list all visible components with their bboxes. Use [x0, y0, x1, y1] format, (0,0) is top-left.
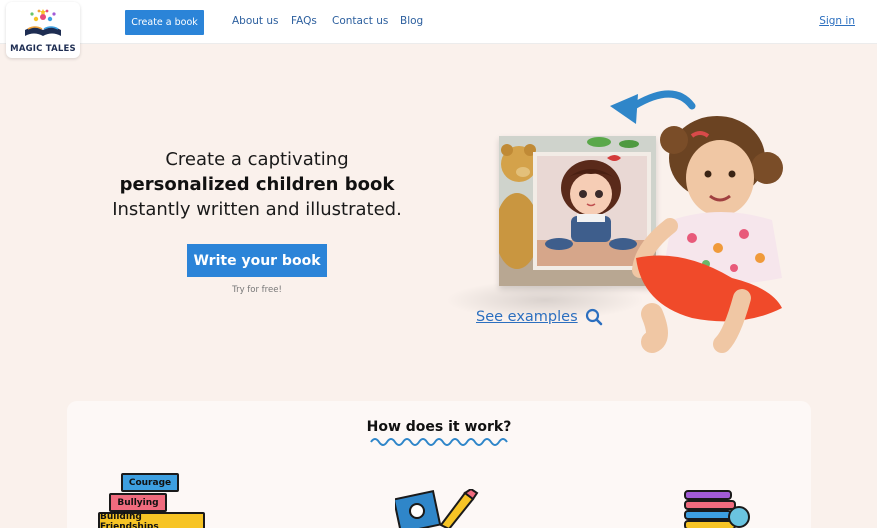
books-stack-icon — [684, 490, 750, 528]
hero-headline: Create a captivating personalized childr… — [100, 147, 414, 222]
child-photo — [632, 116, 783, 353]
see-examples-link[interactable]: See examples — [476, 308, 603, 326]
try-for-free-text: Try for free! — [232, 285, 282, 295]
open-book-icon — [25, 9, 61, 36]
drawing-pencil-icon — [395, 489, 479, 528]
wave-underline-icon — [370, 438, 508, 446]
top-navbar: About us FAQs Contact us Blog Create a b… — [0, 0, 877, 44]
topic-tag-friendships: Building Friendships — [98, 512, 205, 528]
topic-tag-courage: Courage — [121, 473, 179, 492]
hero-line-3: Instantly written and illustrated. — [112, 199, 402, 220]
nav-about-us[interactable]: About us — [232, 15, 279, 27]
logo-text: MAGIC TALES — [10, 44, 76, 54]
search-icon — [585, 308, 602, 326]
how-it-works-title: How does it work? — [366, 419, 512, 435]
hero-line-1: Create a captivating — [165, 149, 349, 170]
hero-line-2: personalized children book — [119, 174, 395, 195]
nav-faqs[interactable]: FAQs — [291, 15, 317, 27]
topic-tag-bullying: Bullying — [109, 493, 167, 512]
create-book-button[interactable]: Create a book — [125, 10, 204, 35]
write-your-book-button[interactable]: Write your book — [187, 244, 327, 277]
nav-contact-us[interactable]: Contact us — [332, 15, 388, 27]
logo[interactable]: MAGIC TALES — [6, 2, 80, 58]
see-examples-label: See examples — [476, 309, 578, 325]
sign-in-link[interactable]: Sign in — [819, 15, 855, 27]
how-it-works-section: How does it work? Courage Bullying Build… — [67, 401, 811, 528]
nav-blog[interactable]: Blog — [400, 15, 423, 27]
